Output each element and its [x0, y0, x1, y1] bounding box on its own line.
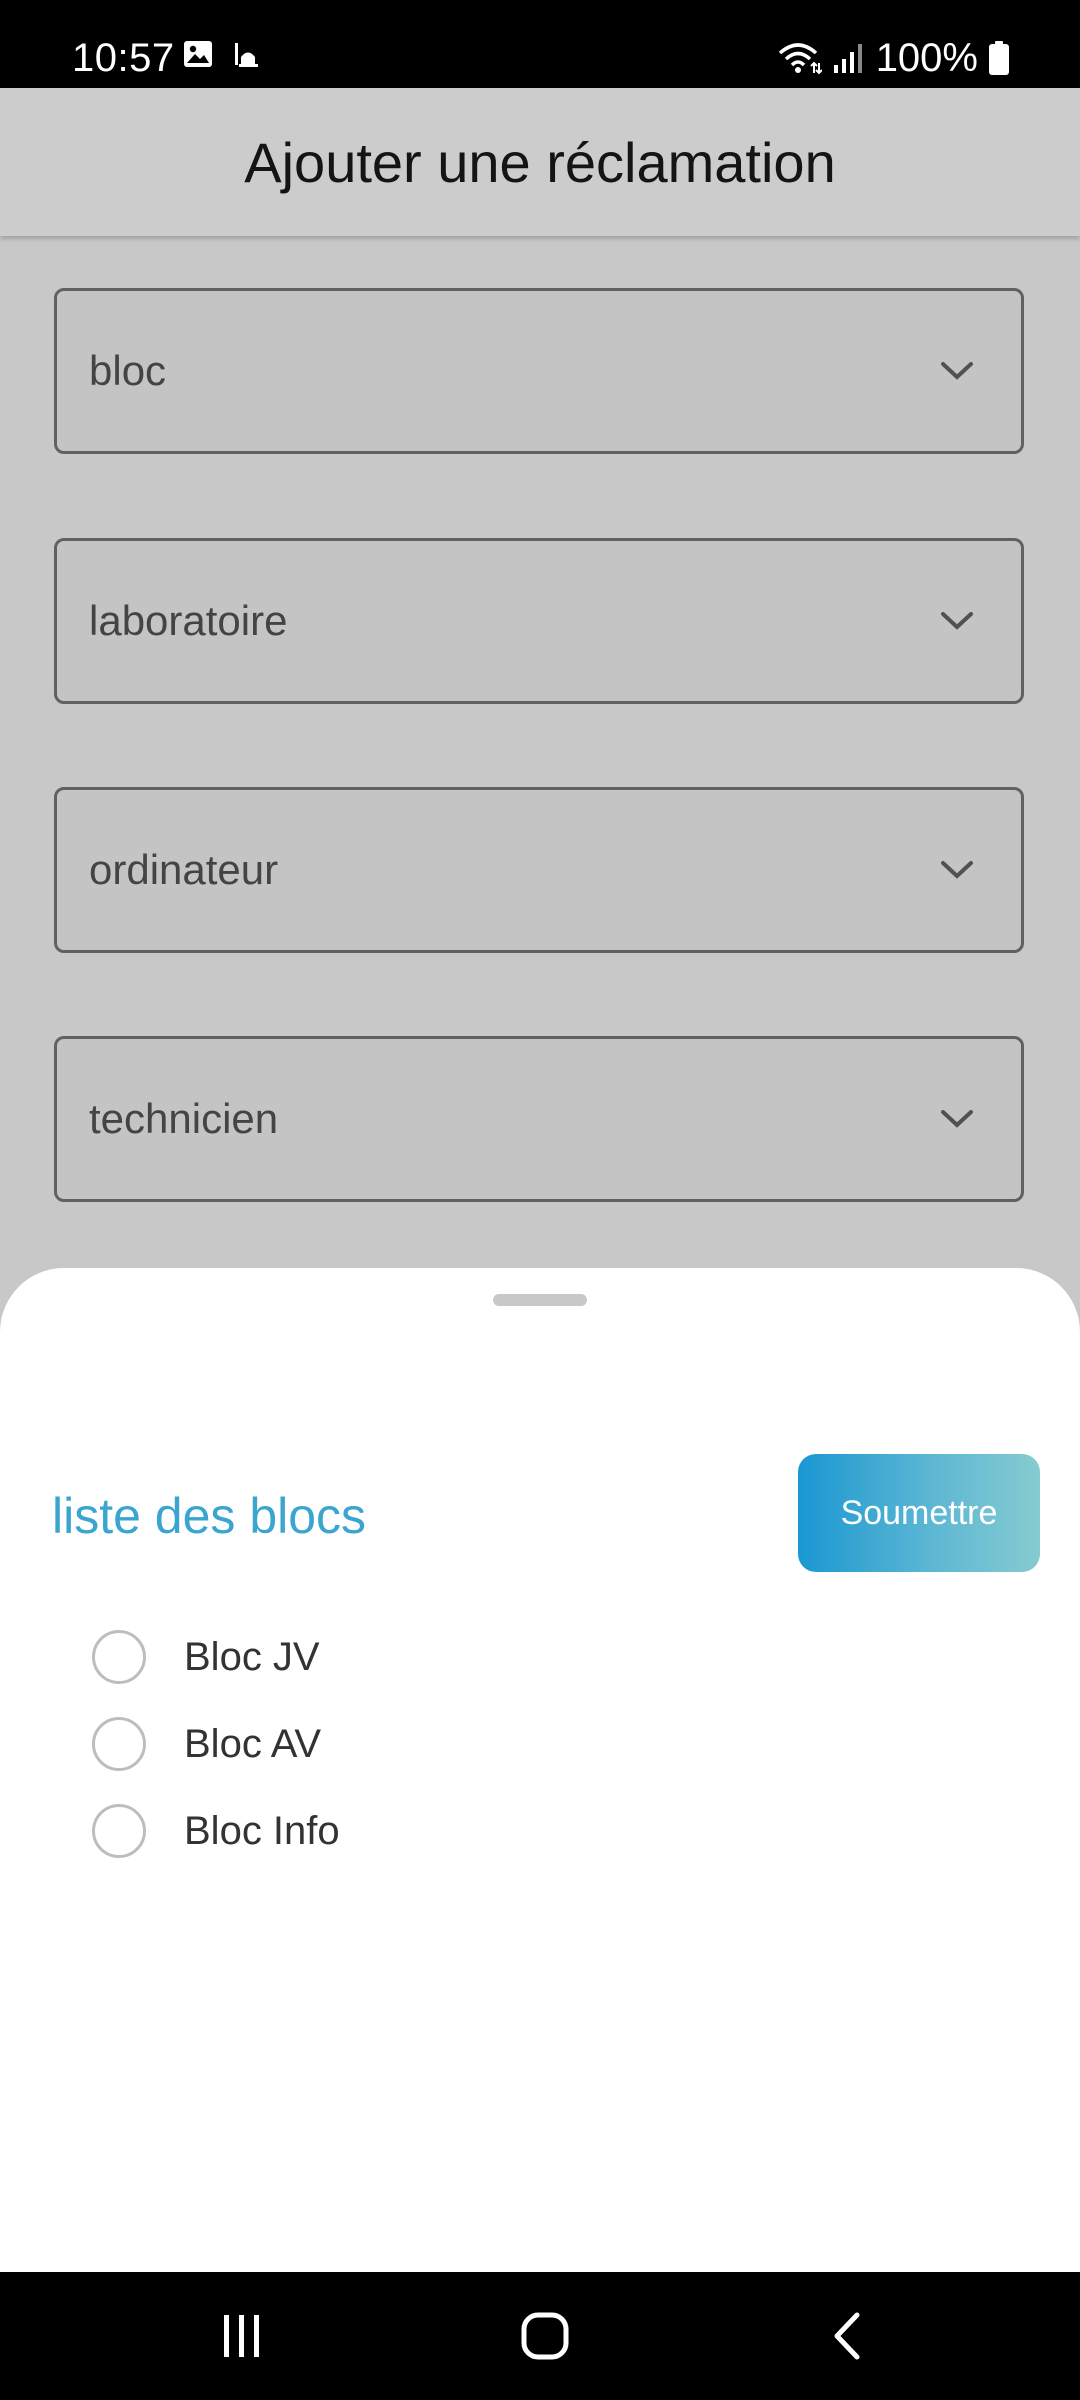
status-time: 10:57 — [72, 36, 175, 80]
radio-option-bloc-av[interactable]: Bloc AV — [92, 1714, 321, 1774]
sheet-title: liste des blocs — [52, 1488, 367, 1544]
battery-percent: 100% — [875, 36, 978, 80]
navigation-bar — [0, 2272, 1080, 2400]
recent-apps-button[interactable] — [162, 2272, 322, 2400]
radio-option-bloc-jv[interactable]: Bloc JV — [92, 1627, 320, 1687]
radio-label: Bloc Info — [184, 1808, 340, 1853]
drag-handle[interactable] — [493, 1294, 587, 1306]
bottom-sheet: liste des blocs Soumettre Bloc JV Bloc A… — [0, 1268, 1080, 2360]
radio-button[interactable] — [92, 1804, 146, 1858]
recent-apps-icon — [224, 2315, 259, 2357]
back-icon — [834, 2312, 860, 2360]
wifi-icon — [778, 43, 822, 75]
screen: 10:57 100% Ajouter une réclamation bloc … — [0, 0, 1080, 2400]
gallery-icon — [184, 41, 212, 67]
radio-button[interactable] — [92, 1630, 146, 1684]
app-content: Ajouter une réclamation bloc laboratoire… — [0, 88, 1080, 2360]
radio-button[interactable] — [92, 1717, 146, 1771]
radio-label: Bloc JV — [184, 1634, 320, 1679]
signal-icon — [833, 44, 862, 73]
back-button[interactable] — [766, 2272, 926, 2400]
mosque-icon — [235, 43, 258, 67]
radio-label: Bloc AV — [184, 1721, 322, 1766]
home-icon — [521, 2312, 569, 2360]
status-left-icons — [182, 38, 260, 70]
submit-button[interactable]: Soumettre — [798, 1454, 1040, 1572]
status-right-icons: 100% — [778, 38, 1010, 78]
home-button[interactable] — [465, 2272, 625, 2400]
battery-icon — [989, 41, 1009, 75]
status-bar: 10:57 100% — [0, 0, 1080, 88]
radio-option-bloc-info[interactable]: Bloc Info — [92, 1801, 340, 1861]
